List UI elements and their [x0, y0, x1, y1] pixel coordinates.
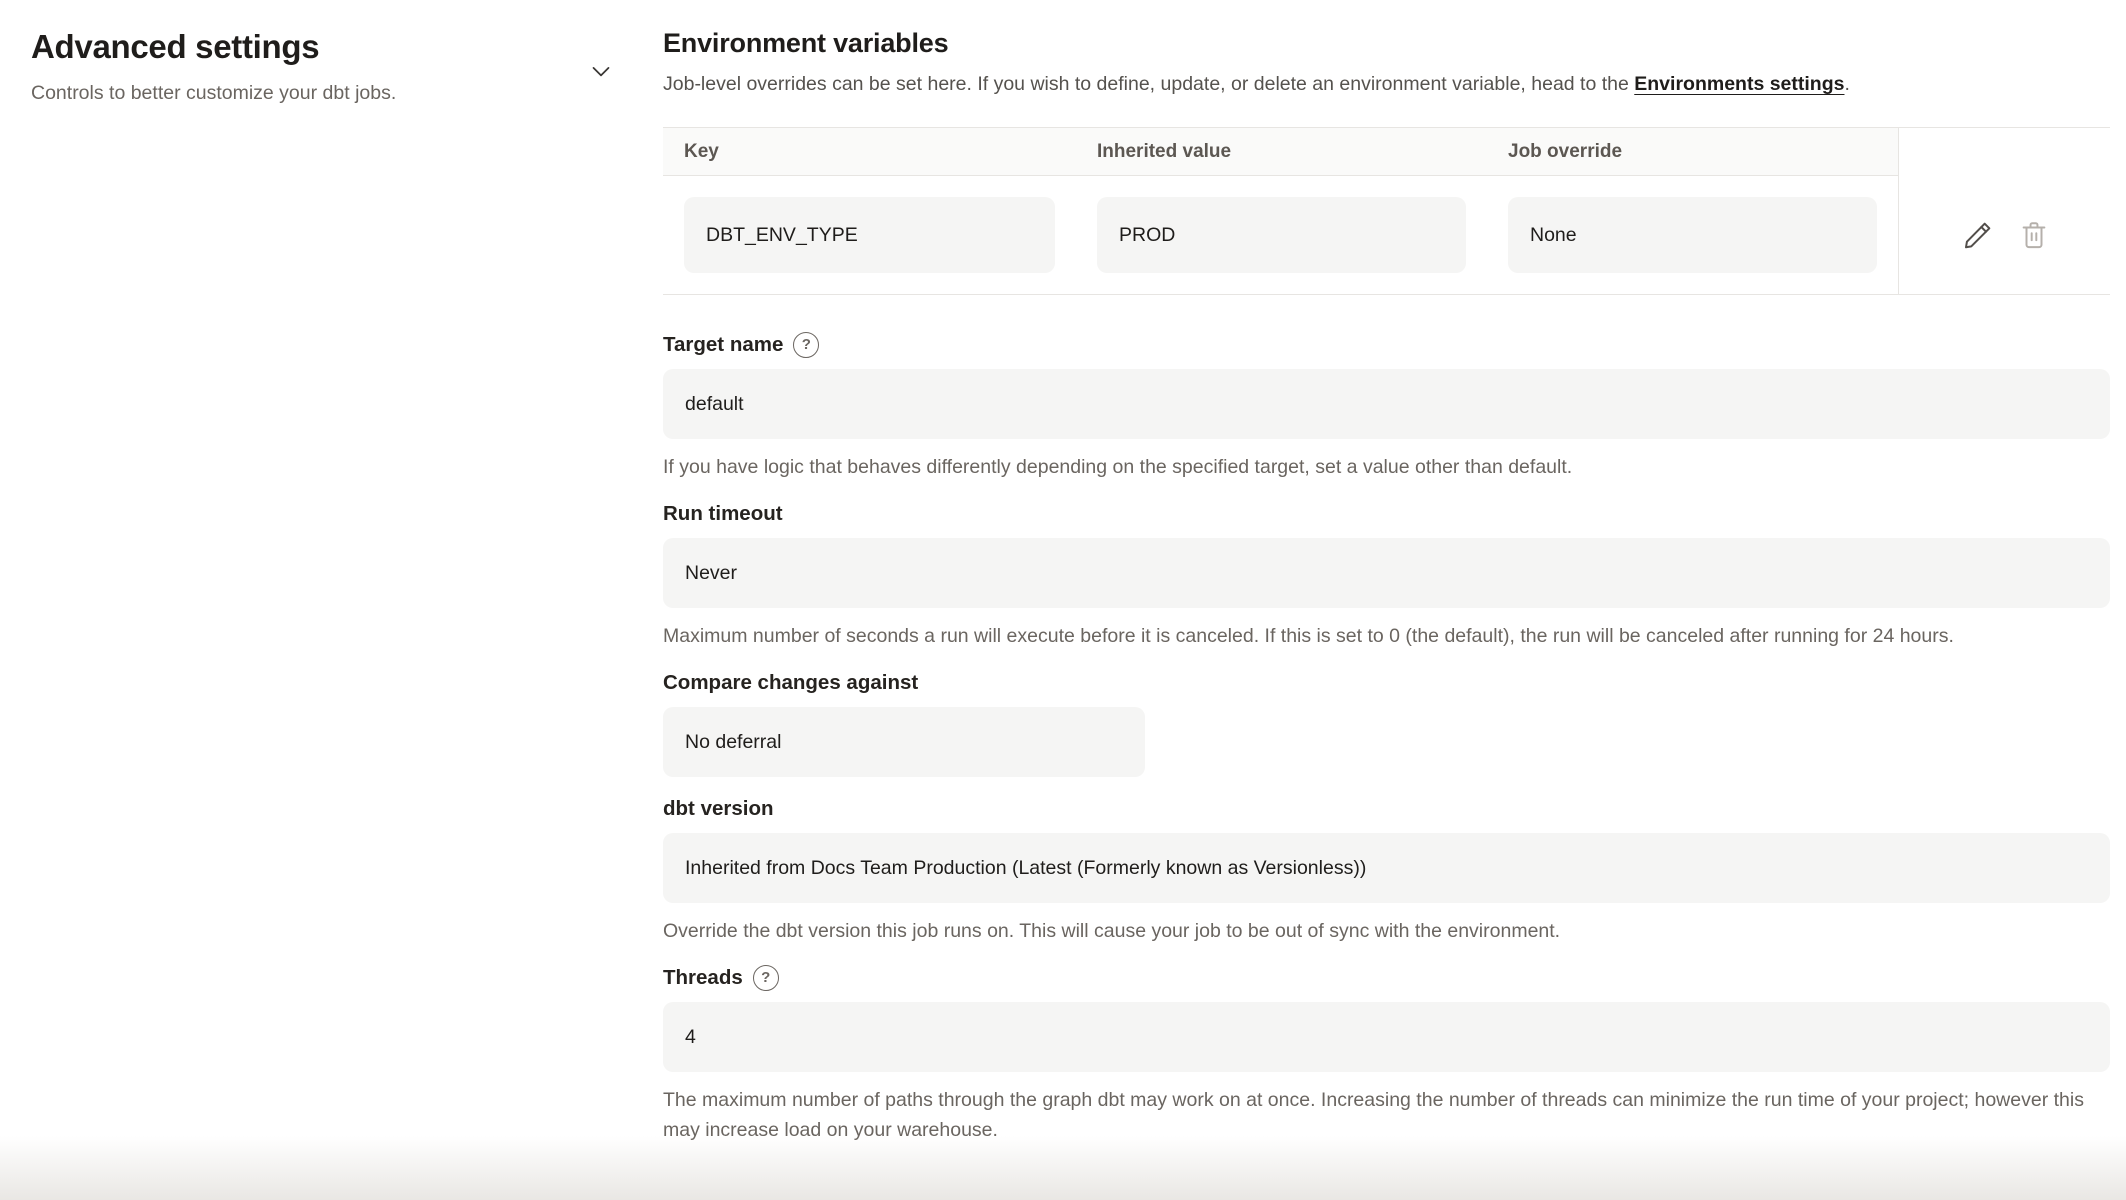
run-timeout-label-text: Run timeout	[663, 500, 783, 528]
advanced-settings-form: Environment variables Job-level override…	[663, 0, 2110, 1145]
dbt-version-label: dbt version	[663, 795, 2110, 823]
run-timeout-helper: Maximum number of seconds a run will exe…	[663, 621, 2110, 651]
target-name-label-text: Target name	[663, 331, 783, 359]
env-vars-table: Key Inherited value Job override DBT_ENV…	[663, 127, 2110, 295]
env-vars-heading: Environment variables	[663, 28, 2110, 59]
column-header-inherited-value: Inherited value	[1076, 128, 1487, 176]
env-vars-description: Job-level overrides can be set here. If …	[663, 71, 2110, 97]
threads-input[interactable]: 4	[663, 1002, 2110, 1072]
dbt-version-select[interactable]: Inherited from Docs Team Production (Lat…	[663, 833, 2110, 903]
target-name-label: Target name ?	[663, 331, 2110, 359]
bottom-scroll-fade	[0, 1136, 2126, 1200]
delete-env-var-button[interactable]	[2020, 220, 2048, 250]
env-var-inherited-cell: PROD	[1076, 176, 1487, 294]
env-vars-description-period: .	[1844, 73, 1849, 95]
env-var-inherited-value: PROD	[1097, 197, 1466, 273]
collapse-section-button[interactable]	[585, 55, 617, 87]
help-icon[interactable]: ?	[753, 965, 779, 991]
pencil-icon	[1962, 219, 1994, 251]
section-header: Advanced settings Controls to better cus…	[31, 28, 631, 105]
edit-env-var-button[interactable]	[1962, 219, 1994, 251]
env-var-override-cell: None	[1487, 176, 1898, 294]
compare-changes-label: Compare changes against	[663, 669, 2110, 697]
target-name-helper: If you have logic that behaves different…	[663, 452, 2110, 482]
environments-settings-link[interactable]: Environments settings	[1634, 73, 1844, 95]
env-var-override-value: None	[1508, 197, 1877, 273]
run-timeout-input[interactable]: Never	[663, 538, 2110, 608]
help-icon[interactable]: ?	[793, 332, 819, 358]
env-var-key-cell: DBT_ENV_TYPE	[663, 176, 1076, 294]
compare-changes-select[interactable]: No deferral	[663, 707, 1145, 777]
dbt-version-helper: Override the dbt version this job runs o…	[663, 916, 2110, 946]
page-title: Advanced settings	[31, 28, 631, 66]
env-vars-description-text: Job-level overrides can be set here. If …	[663, 73, 1634, 95]
field-dbt-version: dbt version Inherited from Docs Team Pro…	[663, 795, 2110, 946]
env-var-actions-cell	[1898, 176, 2110, 294]
field-threads: Threads ? 4 The maximum number of paths …	[663, 964, 2110, 1145]
dbt-version-label-text: dbt version	[663, 795, 774, 823]
column-header-job-override: Job override	[1487, 128, 1898, 176]
run-timeout-label: Run timeout	[663, 500, 2110, 528]
env-var-key-value: DBT_ENV_TYPE	[684, 197, 1055, 273]
field-run-timeout: Run timeout Never Maximum number of seco…	[663, 500, 2110, 651]
compare-changes-label-text: Compare changes against	[663, 669, 918, 697]
threads-label-text: Threads	[663, 964, 743, 992]
page-subtitle: Controls to better customize your dbt jo…	[31, 82, 631, 105]
target-name-input[interactable]: default	[663, 369, 2110, 439]
column-header-actions	[1898, 128, 2110, 176]
threads-helper: The maximum number of paths through the …	[663, 1085, 2110, 1145]
field-target-name: Target name ? default If you have logic …	[663, 331, 2110, 482]
trash-icon	[2020, 220, 2048, 250]
advanced-settings-page: Advanced settings Controls to better cus…	[0, 0, 2126, 1200]
column-header-key: Key	[663, 128, 1076, 176]
threads-label: Threads ?	[663, 964, 2110, 992]
field-compare-changes: Compare changes against No deferral	[663, 669, 2110, 777]
chevron-down-icon	[586, 56, 616, 86]
